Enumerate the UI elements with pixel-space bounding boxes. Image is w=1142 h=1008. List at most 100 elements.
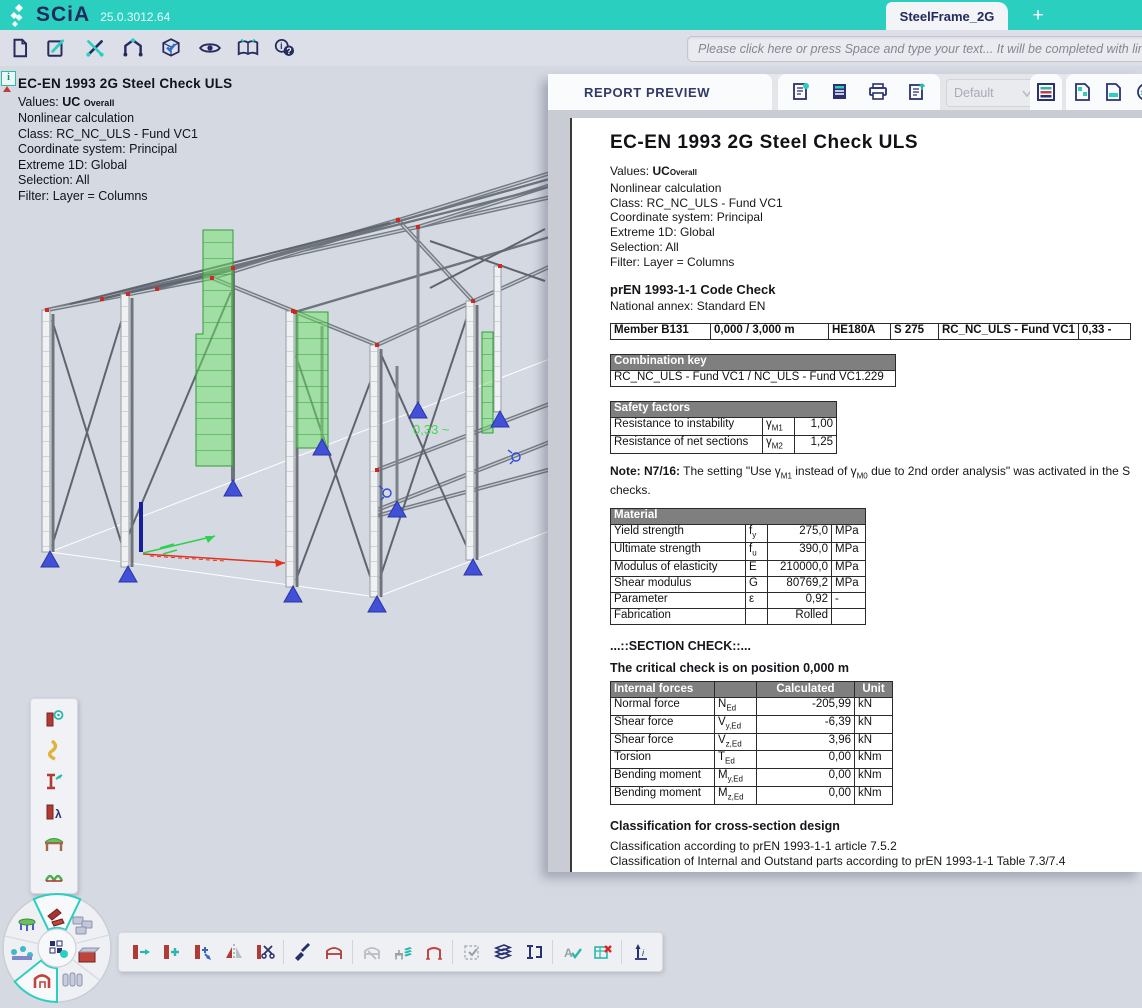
export-icon [906,81,928,103]
report-page: EC-EN 1993 2G Steel Check ULS Values: UC… [570,118,1142,872]
values-prefix: Values: [18,95,62,109]
measure-button[interactable]: i [625,936,656,968]
rename-button[interactable] [518,936,549,968]
zoom-100-button[interactable]: 100 [1131,77,1142,107]
template-select[interactable]: Default [946,79,1040,107]
report-settings-icon [790,81,812,103]
check-button[interactable] [153,33,189,63]
arch-results-button[interactable] [31,858,77,889]
table-cell: ε [746,592,768,608]
report-body[interactable]: EC-EN 1993 2G Steel Check ULS Values: UC… [548,110,1142,872]
national-annex-line: National annex: Standard EN [610,299,1142,314]
spellcheck-button[interactable]: A [556,936,587,968]
table-cell: 0,92 [768,592,832,608]
member-summary-table: Member B1310,000 / 3,000 mHE180AS 275RC_… [610,323,1131,340]
note-paragraph: Note: N7/16: The setting "Use γM1 instea… [610,464,1142,498]
cut-button[interactable] [249,936,280,968]
overlay-info-line: Coordinate system: Principal [18,142,232,158]
facing-pages-button[interactable] [1068,77,1098,107]
table-cell: fu [746,543,768,561]
mirror-icon [223,941,245,963]
table-row: Yield strengthfy275,0MPa [611,525,866,543]
copy-button[interactable] [156,936,187,968]
check-cube-icon [160,37,182,59]
overlay-info-line: Extreme 1D: Global [18,158,232,174]
help-icon: i ? [273,37,297,59]
template-select-value: Default [954,86,994,100]
move-icon [130,941,152,963]
table-cell: 80769,2 [768,576,832,592]
table-header-cell: Combination key [611,355,896,371]
layers-button[interactable] [487,936,518,968]
export-button[interactable] [902,77,932,107]
member-check-settings-button[interactable] [31,703,77,734]
slenderness-button[interactable]: λ [31,796,77,827]
info-icon[interactable]: i [1,71,16,86]
copy-properties-button[interactable] [287,936,318,968]
print-button[interactable] [863,77,893,107]
table-cell: Torsion [611,751,715,769]
hinge-symbols [379,450,520,500]
table-header-row: Combination key [611,355,896,371]
table-cell: 390,0 [768,543,832,561]
workstation-wheel[interactable] [0,888,125,1008]
table-row: Shear modulusG80769,2MPa [611,576,866,592]
report-button-group-2 [1030,74,1062,110]
arch-results-icon [43,863,65,885]
multicopy-icon [192,941,214,963]
command-input[interactable] [687,36,1142,62]
single-page-icon [1103,81,1125,103]
svg-text:i: i [642,948,645,958]
bench-layers-button[interactable] [387,936,418,968]
portal-button[interactable] [418,936,449,968]
info-arrow-icon [3,86,11,92]
table-cell: Vz,Ed [715,733,757,751]
report-settings-button[interactable] [786,77,816,107]
help-button[interactable]: i ? [267,33,303,63]
select-box-button[interactable] [456,936,487,968]
report-info-lines: Nonlinear calculationClass: RC_NC_ULS - … [610,181,1142,270]
table-cell: Vy,Ed [715,715,757,733]
new-tab-button[interactable]: + [1026,4,1050,28]
table-cell: Shear force [611,715,715,733]
table-cell: fy [746,525,768,543]
report-title: EC-EN 1993 2G Steel Check ULS [610,132,1142,154]
brand-text: SCiA [36,3,90,27]
table-cell: Ultimate strength [611,543,746,561]
table-cell: kN [855,715,893,733]
report-content-button[interactable] [825,77,855,107]
view-button[interactable] [192,33,228,63]
table-cell: γM1 [763,418,795,436]
version-label: 25.0.3012.64 [100,10,170,24]
frame-results-button[interactable] [31,827,77,858]
multicopy-button[interactable] [187,936,218,968]
material-table: MaterialYield strengthfy275,0MPaUltimate… [610,508,866,625]
delete-table-button[interactable] [587,936,618,968]
frame-button[interactable] [318,936,349,968]
report-preview-tab[interactable]: REPORT PREVIEW [548,74,772,110]
project-tab[interactable]: SteelFrame_2G [886,2,1008,30]
table-cell: kN [855,733,893,751]
deformed-shape-button[interactable] [31,734,77,765]
cross-section-button[interactable] [31,765,77,796]
svg-text:?: ? [286,46,291,56]
max-uc-label: 0,33 ~ [413,422,450,437]
tools-button[interactable] [77,33,113,63]
layout-button[interactable] [1031,77,1061,107]
library-button[interactable] [230,33,266,63]
structure-button[interactable] [115,33,151,63]
table-cell: 0,00 [757,786,855,804]
single-page-button[interactable] [1099,77,1129,107]
table-row: RC_NC_ULS - Fund VC1 / NC_ULS - Fund VC1… [611,371,896,387]
move-button[interactable] [125,936,156,968]
new-project-button[interactable] [2,33,38,63]
frame-ghost-button[interactable] [356,936,387,968]
zoom-100-icon: 100 [1135,81,1142,103]
table-header-cell: Material [611,509,866,525]
mirror-button[interactable] [218,936,249,968]
note-text-2: checks. [610,483,651,497]
table-cell: HE180A [829,324,891,340]
copy-icon [161,941,183,963]
table-row: Member B1310,000 / 3,000 mHE180AS 275RC_… [611,324,1131,340]
edit-button[interactable] [38,33,74,63]
